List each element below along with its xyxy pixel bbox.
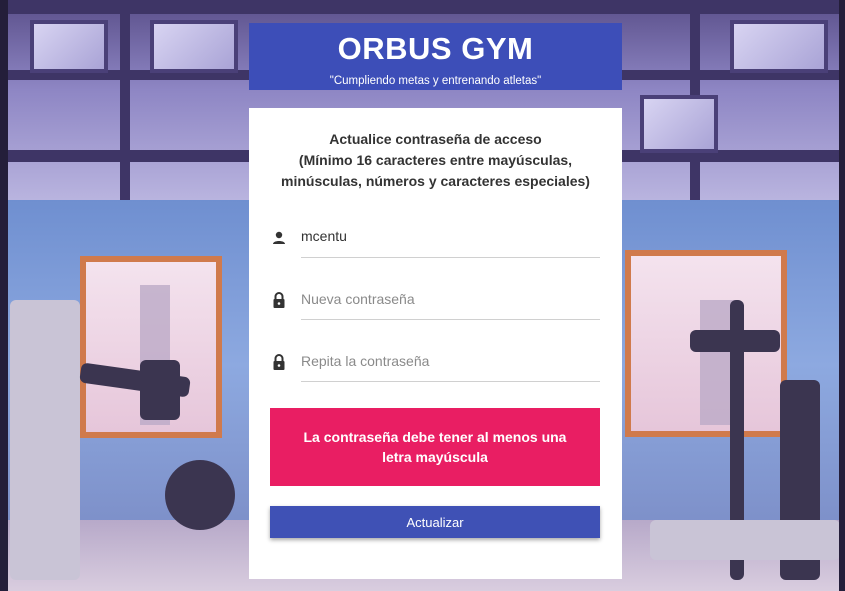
- brand-title: ORBUS GYM: [337, 31, 534, 66]
- instructions-text: Actualice contraseña de acceso (Mínimo 1…: [249, 129, 622, 192]
- repeat-password-input[interactable]: [301, 348, 591, 374]
- update-button[interactable]: Actualizar: [270, 506, 600, 538]
- lock-icon: [273, 354, 285, 370]
- error-message: La contraseña debe tener al menos una le…: [303, 429, 567, 465]
- instructions-line: Actualice contraseña de acceso: [329, 131, 542, 147]
- field-underline: [301, 381, 600, 382]
- error-alert: La contraseña debe tener al menos una le…: [270, 408, 600, 486]
- person-icon: [273, 231, 285, 244]
- password-update-card: Actualice contraseña de acceso (Mínimo 1…: [249, 108, 622, 579]
- field-underline: [301, 319, 600, 320]
- brand-tagline: "Cumpliendo metas y entrenando atletas": [329, 75, 542, 87]
- instructions-line: (Mínimo 16 caracteres entre mayúsculas,: [298, 152, 573, 168]
- new-password-field[interactable]: [270, 280, 600, 320]
- repeat-password-field[interactable]: [270, 342, 600, 382]
- instructions-line: minúsculas, números y caracteres especia…: [281, 173, 590, 189]
- username-value: mcentu: [301, 228, 347, 244]
- field-underline: [301, 257, 600, 258]
- new-password-input[interactable]: [301, 286, 591, 312]
- lock-icon: [273, 292, 285, 308]
- username-field[interactable]: mcentu: [270, 218, 600, 258]
- brand-header: ORBUS GYM "Cumpliendo metas y entrenando…: [249, 23, 622, 90]
